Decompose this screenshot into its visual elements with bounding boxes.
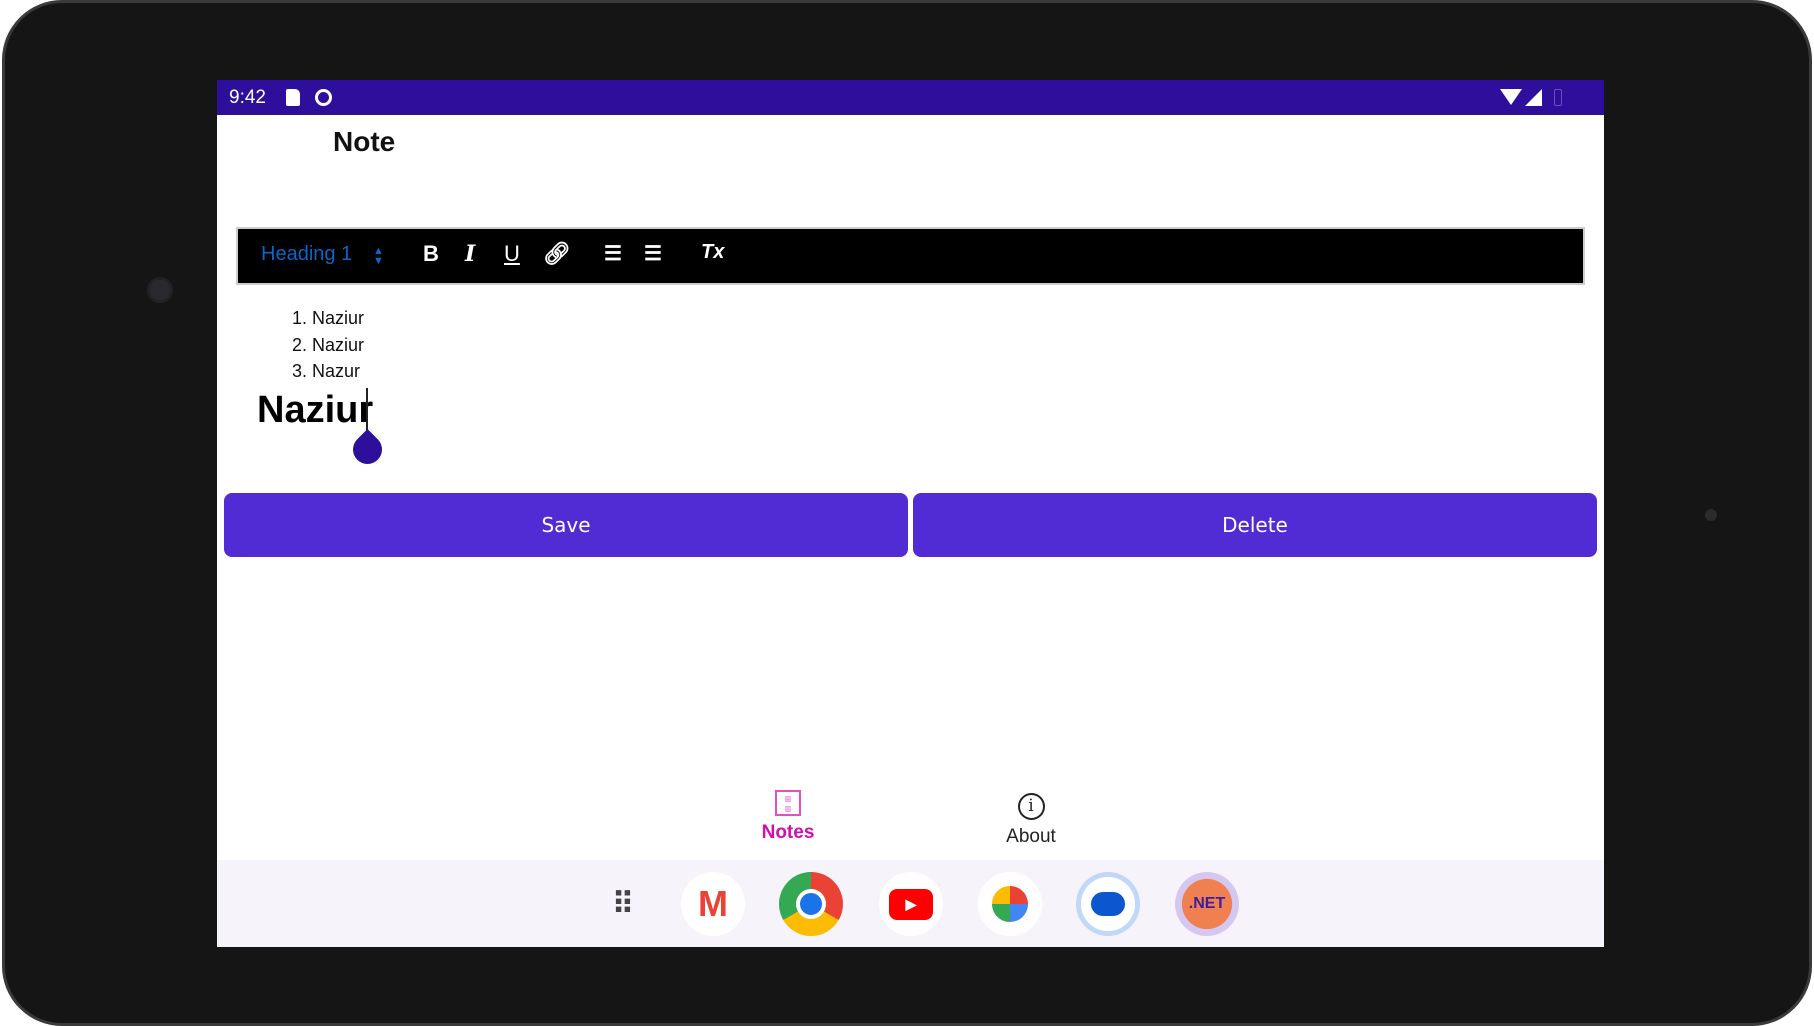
underline-button[interactable]: U xyxy=(504,241,520,267)
sensor xyxy=(1705,509,1717,521)
bold-button[interactable]: B xyxy=(423,241,439,267)
nav-notes-label: Notes xyxy=(761,822,815,843)
dotnet-icon[interactable]: .NET xyxy=(1175,872,1239,936)
link-icon[interactable]: 🔗︎ xyxy=(543,241,571,267)
messages-icon[interactable] xyxy=(1076,872,1140,936)
list-item: 2. Naziur xyxy=(292,334,365,355)
app-drawer-icon[interactable]: ⠿ xyxy=(590,872,654,936)
nav-notes[interactable]: ≡ ≡ Notes xyxy=(728,790,848,844)
ordered-list[interactable]: 1. Naziur 2. Naziur 3. Nazur xyxy=(292,305,364,385)
heading-text[interactable]: Naziur xyxy=(257,391,373,429)
page-title: Note xyxy=(333,126,396,157)
list-item: 3. Nazur xyxy=(292,361,361,381)
cursor-handle[interactable] xyxy=(346,428,389,471)
app-dock: ⠿ M ▶ .NET xyxy=(217,860,1604,947)
notes-icon: ≡ ≡ xyxy=(775,790,801,816)
clear-format-button[interactable]: Tx xyxy=(701,241,724,264)
info-icon: i xyxy=(1017,793,1045,820)
chrome-icon[interactable] xyxy=(779,872,843,936)
nav-about-label: About xyxy=(1006,826,1056,847)
italic-button[interactable]: I xyxy=(465,241,475,267)
youtube-icon[interactable]: ▶ xyxy=(879,872,943,936)
dotnet-label: .NET xyxy=(1188,895,1226,912)
wifi-icon xyxy=(1500,89,1522,105)
delete-button[interactable]: Delete xyxy=(913,493,1597,557)
status-bar: 9:42 xyxy=(217,80,1604,115)
battery-icon xyxy=(1554,89,1562,106)
save-button[interactable]: Save xyxy=(224,493,908,557)
ordered-list-icon[interactable]: ☰ xyxy=(604,241,622,266)
heading-select[interactable]: Heading 1 xyxy=(261,243,352,266)
select-arrows-icon: ▲ ▼ xyxy=(373,245,384,267)
gmail-icon[interactable]: M xyxy=(681,872,745,936)
clock: 9:42 xyxy=(229,87,266,108)
photos-icon[interactable] xyxy=(978,872,1042,936)
bullet-list-icon[interactable]: ☰ xyxy=(644,241,662,266)
list-item: 1. Naziur xyxy=(292,308,365,328)
rich-text-toolbar: Heading 1 ▲ ▼ B I U 🔗︎ ☰ ☰ Tx xyxy=(236,227,1585,285)
nav-about[interactable]: i About xyxy=(971,793,1091,848)
sd-card-icon xyxy=(286,89,300,106)
camera xyxy=(147,277,173,303)
signal-icon xyxy=(1525,89,1542,106)
notification-icon xyxy=(315,89,332,106)
screen: 9:42 Note Heading 1 ▲ ▼ B I U 🔗︎ ☰ ☰ Tx 1… xyxy=(217,80,1604,947)
